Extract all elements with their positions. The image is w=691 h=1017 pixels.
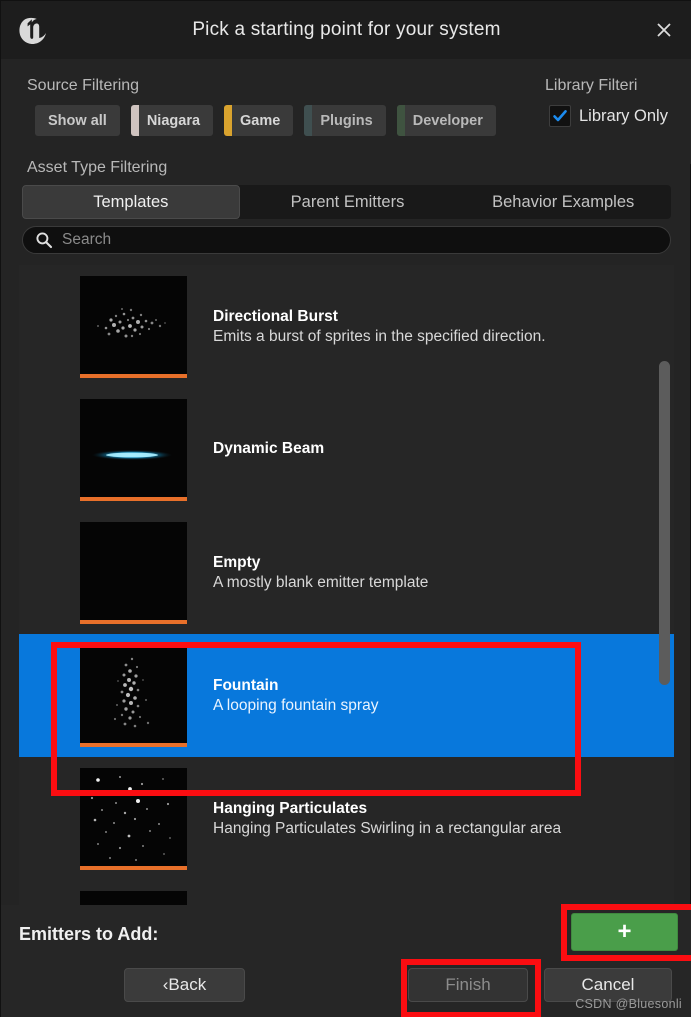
filter-chip-show-all[interactable]: Show all bbox=[35, 105, 120, 136]
tab-label: Templates bbox=[93, 192, 169, 211]
niagara-new-system-dialog: Pick a starting point for your system So… bbox=[0, 0, 691, 1017]
filter-chip-label: Plugins bbox=[320, 112, 373, 129]
back-button[interactable]: ‹Back bbox=[124, 968, 245, 1002]
template-list-inner: Directional Burst Emits a burst of sprit… bbox=[19, 265, 674, 905]
list-item-text: Empty A mostly blank emitter template bbox=[213, 554, 428, 592]
search-icon bbox=[35, 231, 53, 249]
hanging-particulates-thumbnail bbox=[80, 767, 187, 870]
filter-chip-developer[interactable]: Developer bbox=[396, 105, 496, 136]
list-item-text: Dynamic Beam bbox=[213, 440, 324, 460]
list-item-text: Hanging Particulates Hanging Particulate… bbox=[213, 800, 561, 838]
finish-button[interactable]: Finish bbox=[408, 968, 528, 1002]
list-item-description: Emits a burst of sprites in the specifie… bbox=[213, 327, 546, 345]
asset-type-filtering-label: Asset Type Filtering bbox=[27, 159, 168, 176]
library-only-checkbox[interactable]: Library Only bbox=[549, 105, 668, 127]
list-item-title: Dynamic Beam bbox=[213, 439, 325, 457]
library-filtering-label: Library Filteri bbox=[545, 77, 638, 94]
list-item[interactable]: Hanging Particulates Hanging Particulate… bbox=[19, 757, 674, 880]
list-item-description: A looping fountain spray bbox=[213, 696, 379, 714]
list-item-title: Directional Burst bbox=[213, 307, 338, 325]
chip-color-stripe bbox=[130, 105, 139, 136]
directional-burst-thumbnail bbox=[80, 275, 187, 378]
list-item-text: Directional Burst Emits a burst of sprit… bbox=[213, 308, 546, 346]
empty-thumbnail bbox=[80, 521, 187, 624]
tab-templates[interactable]: Templates bbox=[22, 185, 240, 219]
dynamic-beam-thumbnail bbox=[80, 398, 187, 501]
filter-chip-label: Show all bbox=[48, 112, 107, 129]
tab-behavior-examples[interactable]: Behavior Examples bbox=[455, 185, 671, 219]
thumbnail-accent-bar bbox=[80, 373, 187, 378]
list-item[interactable]: Directional Burst Emits a burst of sprit… bbox=[19, 265, 674, 388]
close-icon[interactable] bbox=[636, 1, 691, 59]
filter-chip-game[interactable]: Game bbox=[224, 105, 294, 136]
list-item-title: Hanging Particulates bbox=[213, 799, 368, 817]
filter-area: Source Filtering Library Filteri Show al… bbox=[1, 59, 691, 164]
list-item[interactable]: Dynamic Beam bbox=[19, 388, 674, 511]
tab-label: Behavior Examples bbox=[492, 192, 635, 211]
chip-color-stripe bbox=[224, 105, 233, 136]
chip-color-stripe bbox=[304, 105, 313, 136]
emitters-to-add-label: Emitters to Add: bbox=[19, 924, 159, 944]
fountain-thumbnail bbox=[80, 644, 187, 747]
source-filter-chips: Show all Niagara Game Plugins Developer bbox=[35, 105, 496, 136]
watermark: CSDN @Bluesonli bbox=[575, 997, 682, 1011]
thumbnail-accent-bar bbox=[80, 496, 187, 501]
filter-chip-plugins[interactable]: Plugins bbox=[304, 105, 386, 136]
list-item-description: Hanging Particulates Swirling in a recta… bbox=[213, 819, 562, 837]
template-list[interactable]: Directional Burst Emits a burst of sprit… bbox=[19, 265, 674, 905]
list-item[interactable] bbox=[19, 880, 674, 905]
search-input[interactable] bbox=[62, 231, 658, 249]
library-only-label: Library Only bbox=[579, 106, 668, 125]
title-bar: Pick a starting point for your system bbox=[1, 1, 691, 59]
checkmark-icon bbox=[549, 105, 571, 127]
list-item-selected[interactable]: Fountain A looping fountain spray bbox=[19, 634, 674, 757]
thumbnail-accent-bar bbox=[80, 865, 187, 870]
filter-chip-label: Niagara bbox=[146, 112, 201, 129]
thumbnail-accent-bar bbox=[80, 742, 187, 747]
filter-chip-niagara[interactable]: Niagara bbox=[130, 105, 214, 136]
asset-type-tabs: Templates Parent Emitters Behavior Examp… bbox=[22, 185, 671, 219]
thumbnail-accent-bar bbox=[80, 619, 187, 624]
add-emitter-button[interactable]: + bbox=[571, 913, 678, 951]
filter-chip-label: Game bbox=[240, 112, 281, 129]
source-filtering-label: Source Filtering bbox=[27, 77, 140, 94]
tab-parent-emitters[interactable]: Parent Emitters bbox=[240, 185, 456, 219]
list-scrollbar[interactable] bbox=[659, 361, 670, 685]
next-template-thumbnail bbox=[80, 890, 187, 905]
list-item-text: Fountain A looping fountain spray bbox=[213, 677, 378, 715]
tab-label: Parent Emitters bbox=[290, 192, 405, 211]
filter-chip-label: Developer bbox=[412, 112, 483, 129]
search-bar[interactable] bbox=[22, 226, 671, 254]
list-item-description: A mostly blank emitter template bbox=[213, 573, 429, 591]
dialog-title: Pick a starting point for your system bbox=[192, 19, 501, 40]
list-item-title: Fountain bbox=[213, 676, 279, 694]
chip-color-stripe bbox=[396, 105, 405, 136]
list-item-title: Empty bbox=[213, 553, 261, 571]
list-item[interactable]: Empty A mostly blank emitter template bbox=[19, 511, 674, 634]
